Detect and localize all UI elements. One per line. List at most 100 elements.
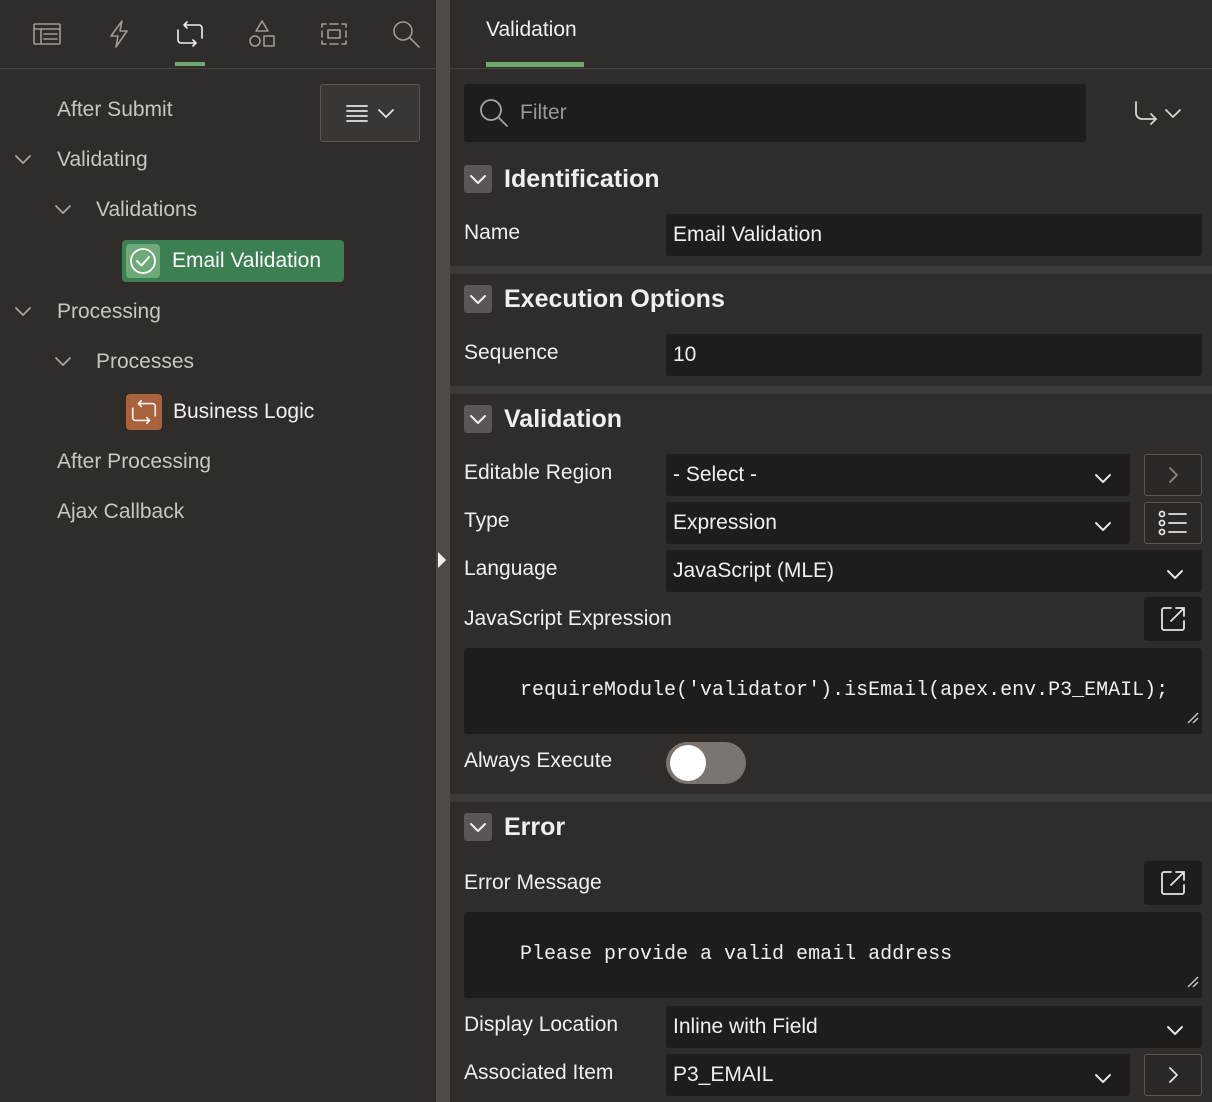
tree-menu-button[interactable] — [320, 84, 420, 142]
expand-icon — [1161, 871, 1185, 895]
tree-toggle-processes[interactable] — [51, 350, 75, 374]
tree-node-after-submit[interactable]: After Submit — [57, 95, 173, 125]
expand-code-editor-button[interactable] — [1144, 597, 1202, 641]
tree-toggle-validations[interactable] — [51, 198, 75, 222]
tab-page-shared[interactable] — [312, 12, 356, 56]
resize-handle-icon[interactable] — [1187, 708, 1199, 731]
chevron-down-icon — [464, 285, 492, 313]
chevron-down-icon — [55, 357, 71, 366]
editable-region-select[interactable]: - Select - — [666, 454, 1130, 496]
chevron-down-icon — [1165, 109, 1181, 118]
type-list-button[interactable] — [1144, 502, 1202, 544]
tab-search[interactable] — [384, 12, 428, 56]
name-field[interactable]: Email Validation — [666, 214, 1202, 256]
language-value: JavaScript (MLE) — [673, 559, 835, 582]
editable-region-value: - Select - — [673, 463, 758, 486]
chevron-down-icon — [1094, 466, 1112, 490]
sequence-label: Sequence — [464, 341, 559, 364]
tree-node-validations[interactable]: Validations — [96, 195, 197, 225]
active-tab-indicator — [175, 62, 205, 66]
expand-error-message-button[interactable] — [1144, 861, 1202, 905]
tree-toggle-validating[interactable] — [11, 148, 35, 172]
display-location-label: Display Location — [464, 1013, 619, 1036]
tab-dynamic-actions[interactable] — [97, 12, 141, 56]
associated-item-select[interactable]: P3_EMAIL — [666, 1054, 1130, 1096]
left-tab-bar — [0, 0, 436, 69]
section-title: Execution Options — [504, 284, 725, 313]
tree-node-processing[interactable]: Processing — [57, 297, 161, 327]
go-to-item-button[interactable] — [1144, 1054, 1202, 1096]
region-frame-icon — [321, 23, 347, 45]
name-label: Name — [464, 221, 521, 244]
search-icon — [480, 99, 508, 127]
section-title: Error — [504, 812, 566, 841]
collapse-arrow-icon[interactable] — [438, 552, 446, 568]
associated-item-value: P3_EMAIL — [673, 1063, 774, 1086]
tree-node-email-validation[interactable]: Email Validation — [122, 240, 344, 282]
tab-shared-components[interactable] — [240, 12, 284, 56]
process-cycle-icon — [126, 394, 162, 430]
pane-splitter[interactable] — [436, 0, 450, 1102]
section-title: Validation — [504, 404, 623, 433]
error-message-text: Please provide a valid email address — [520, 943, 953, 966]
type-select[interactable]: Expression — [666, 502, 1130, 544]
menu-lines-icon — [346, 105, 368, 122]
language-select[interactable]: JavaScript (MLE) — [666, 550, 1202, 592]
chevron-down-icon — [1094, 514, 1112, 538]
property-editor: Validation Identification Name Email Val… — [450, 0, 1212, 1102]
tree-node-label: Business Logic — [173, 400, 315, 423]
filter-input[interactable] — [520, 94, 1070, 132]
left-pane: After Submit Validating Validations Emai… — [0, 0, 436, 1102]
js-expression-editor[interactable]: requireModule('validator').isEmail(apex.… — [464, 648, 1202, 734]
chevron-down-icon — [1166, 1018, 1184, 1042]
page-layout-icon — [33, 23, 61, 45]
tree-node-business-logic[interactable]: Business Logic — [126, 393, 314, 431]
type-value: Expression — [673, 511, 777, 534]
tab-validation[interactable]: Validation — [486, 18, 577, 42]
expand-icon — [1161, 607, 1185, 631]
chevron-down-icon — [15, 155, 31, 164]
section-identification-header[interactable]: Identification — [464, 163, 660, 195]
tab-processing[interactable] — [168, 12, 212, 56]
list-icon — [1158, 510, 1187, 536]
section-divider — [450, 794, 1212, 802]
chevron-down-icon — [464, 813, 492, 841]
tree-toggle-processing[interactable] — [11, 300, 35, 324]
lightning-icon — [110, 20, 128, 48]
resize-handle-icon[interactable] — [1187, 972, 1199, 995]
chevron-right-icon — [1169, 1067, 1178, 1083]
check-circle-icon — [126, 244, 160, 278]
chevron-right-icon — [1169, 467, 1178, 483]
section-execution-options-header[interactable]: Execution Options — [464, 283, 725, 315]
sequence-field[interactable]: 10 — [666, 334, 1202, 376]
chevron-down-icon — [464, 405, 492, 433]
section-divider — [450, 266, 1212, 274]
filter-box — [464, 84, 1086, 142]
go-to-region-button[interactable] — [1144, 454, 1202, 496]
chevron-down-icon — [1166, 562, 1184, 586]
property-editor-tabs: Validation — [450, 0, 1212, 69]
toggle-knob — [670, 745, 706, 781]
section-validation-header[interactable]: Validation — [464, 403, 622, 435]
go-to-group-button[interactable] — [1132, 92, 1196, 134]
always-execute-label: Always Execute — [464, 749, 613, 772]
tree-node-processes[interactable]: Processes — [96, 347, 194, 377]
section-title: Identification — [504, 164, 660, 193]
shapes-icon — [249, 20, 275, 47]
type-label: Type — [464, 509, 510, 532]
tab-rendering[interactable] — [25, 12, 69, 56]
always-execute-toggle[interactable] — [666, 742, 746, 784]
section-error-header[interactable]: Error — [464, 811, 565, 843]
display-location-value: Inline with Field — [673, 1015, 818, 1038]
tree-node-after-processing[interactable]: After Processing — [57, 447, 211, 477]
language-label: Language — [464, 557, 558, 580]
section-divider — [450, 386, 1212, 394]
active-tab-indicator — [486, 62, 584, 67]
error-message-textarea[interactable]: Please provide a valid email address — [464, 912, 1202, 998]
tree-node-validating[interactable]: Validating — [57, 145, 148, 175]
chevron-down-icon — [378, 109, 394, 119]
processing-cycle-icon — [177, 21, 203, 47]
tree-node-ajax-callback[interactable]: Ajax Callback — [57, 497, 184, 527]
display-location-select[interactable]: Inline with Field — [666, 1006, 1202, 1048]
js-expression-label: JavaScript Expression — [464, 607, 672, 630]
